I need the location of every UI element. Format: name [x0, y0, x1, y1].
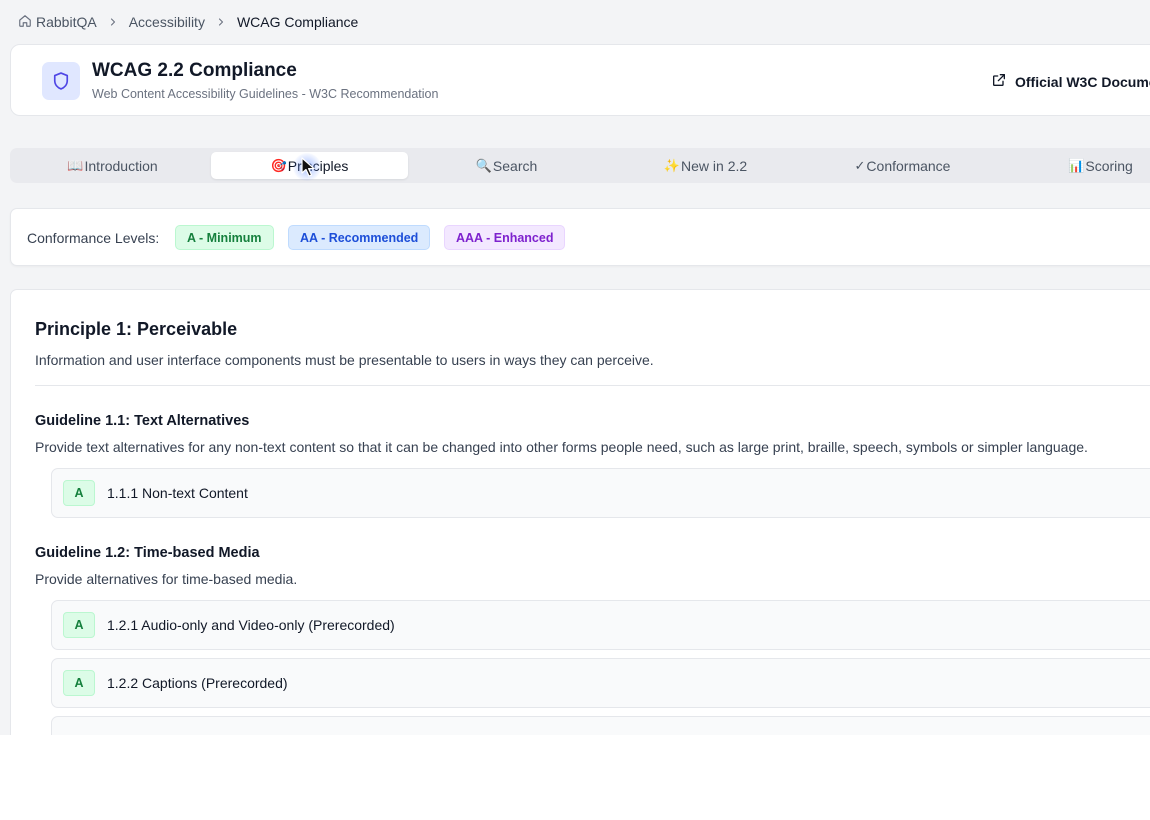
page-header: WCAG 2.2 Compliance Web Content Accessib… — [10, 44, 1150, 116]
shield-icon — [42, 62, 80, 100]
level-badge: A — [63, 670, 95, 696]
criterion-row-1-1-1[interactable]: A 1.1.1 Non-text Content — [51, 468, 1150, 518]
level-aaa-badge[interactable]: AAA - Enhanced — [444, 225, 566, 250]
guideline-description: Provide text alternatives for any non-te… — [35, 439, 1088, 455]
chevron-right-icon — [215, 16, 227, 28]
chevron-right-icon — [107, 16, 119, 28]
criterion-name: 1.2.1 Audio-only and Video-only (Prereco… — [107, 617, 395, 633]
tab-label: Scoring — [1085, 157, 1133, 174]
breadcrumb-home-label: RabbitQA — [36, 14, 97, 30]
criterion-row-partial[interactable] — [51, 716, 1150, 735]
breadcrumb-accessibility[interactable]: Accessibility — [129, 14, 205, 30]
home-icon — [18, 14, 32, 31]
app-window: RabbitQA Accessibility WCAG Compliance W… — [0, 0, 1150, 735]
principle-panel: Principle 1: Perceivable Information and… — [10, 289, 1150, 735]
sparkles-icon: ✨ — [663, 157, 681, 173]
conformance-levels-label: Conformance Levels: — [27, 230, 160, 246]
tab-label: Introduction — [84, 157, 158, 174]
guideline-title: Guideline 1.2: Time-based Media — [35, 545, 260, 561]
w3c-documentation-link[interactable]: Official W3C Documen — [991, 72, 1150, 91]
external-link-icon — [991, 72, 1007, 91]
tab-label: New in 2.2 — [681, 157, 748, 174]
w3c-link-label: Official W3C Documen — [1015, 73, 1150, 90]
guideline-title: Guideline 1.1: Text Alternatives — [35, 413, 250, 429]
tab-conformance[interactable]: ✓ Conformance — [804, 152, 1001, 179]
guideline-description: Provide alternatives for time-based medi… — [35, 571, 298, 587]
breadcrumb-current: WCAG Compliance — [236, 14, 359, 30]
check-icon: ✓ — [854, 157, 866, 173]
tab-label: Search — [492, 157, 538, 174]
breadcrumb: RabbitQA Accessibility WCAG Compliance — [18, 13, 358, 31]
level-badge: A — [63, 612, 95, 638]
tab-introduction[interactable]: 📖 Introduction — [14, 152, 211, 179]
criterion-name: 1.1.1 Non-text Content — [107, 485, 248, 501]
bar-chart-icon: 📊 — [1068, 157, 1085, 173]
tab-bar: 📖Introduction 🎯Principles 🔍Search ✨New i… — [10, 148, 1150, 183]
page-subtitle: Web Content Accessibility Guidelines - W… — [92, 87, 439, 101]
level-badge: A — [63, 480, 95, 506]
breadcrumb-home[interactable]: RabbitQA — [18, 14, 97, 31]
tab-new-in-2-2[interactable]: ✨ New in 2.2 — [607, 152, 804, 179]
tab-label: Conformance — [866, 157, 951, 174]
mouse-cursor-icon — [301, 157, 315, 177]
tab-scoring[interactable]: 📊 Scoring — [1002, 152, 1150, 179]
level-a-badge[interactable]: A - Minimum — [175, 225, 274, 250]
level-aa-badge[interactable]: AA - Recommended — [288, 225, 431, 250]
conformance-levels-bar: Conformance Levels: A - Minimum AA - Rec… — [10, 208, 1150, 266]
tab-search[interactable]: 🔍 Search — [408, 152, 605, 179]
book-icon: 📖 — [67, 157, 84, 173]
page-title: WCAG 2.2 Compliance — [92, 60, 297, 81]
criterion-row-1-2-1[interactable]: A 1.2.1 Audio-only and Video-only (Prere… — [51, 600, 1150, 650]
criterion-name: 1.2.2 Captions (Prerecorded) — [107, 675, 288, 691]
criterion-row-1-2-2[interactable]: A 1.2.2 Captions (Prerecorded) — [51, 658, 1150, 708]
divider — [35, 385, 1150, 386]
principle-title: Principle 1: Perceivable — [35, 319, 238, 339]
principle-description: Information and user interface component… — [35, 352, 654, 368]
target-icon: 🎯 — [270, 157, 287, 173]
magnifier-icon: 🔍 — [475, 157, 492, 173]
